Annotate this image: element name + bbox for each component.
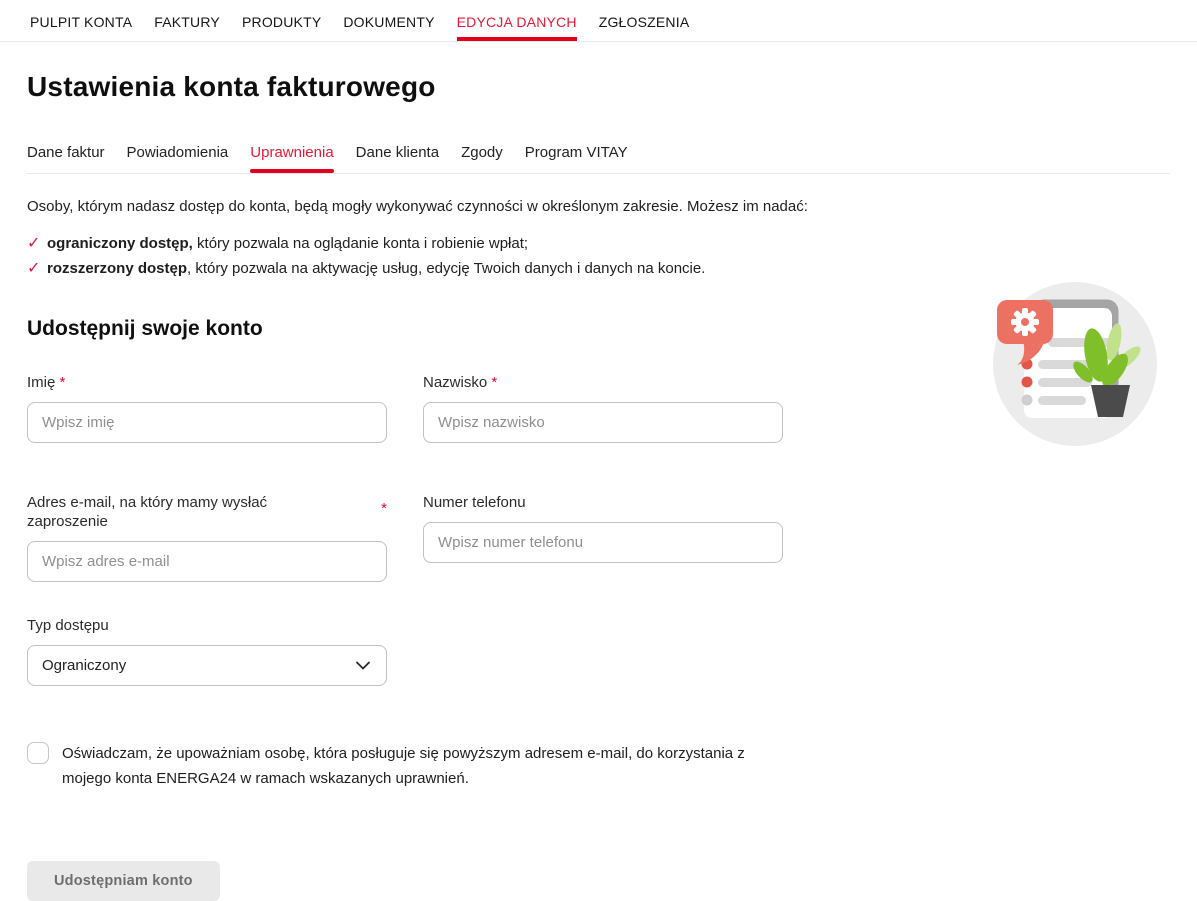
page-title: Ustawienia konta fakturowego [27, 72, 1170, 103]
settings-tabs: Dane faktur Powiadomienia Uprawnienia Da… [27, 144, 1170, 174]
phone-label: Numer telefonu [423, 493, 783, 512]
permissions-intro: Osoby, którym nadasz dostęp do konta, bę… [27, 198, 1170, 281]
access-type-selected-value: Ograniczony [42, 657, 126, 674]
access-type-label: Typ dostępu [27, 616, 1170, 635]
nav-item-dokumenty[interactable]: DOKUMENTY [343, 0, 434, 41]
consent-row: Oświadczam, że upoważniam osobę, która p… [27, 741, 1170, 791]
last-name-input[interactable] [423, 402, 783, 443]
nav-item-edycja-danych[interactable]: EDYCJA DANYCH [457, 0, 577, 41]
phone-field-group: Numer telefonu [423, 493, 783, 563]
tab-dane-klienta[interactable]: Dane klienta [356, 144, 439, 173]
nav-item-pulpit-konta[interactable]: PULPIT KONTA [30, 0, 132, 41]
nav-item-zgloszenia[interactable]: ZGŁOSZENIA [599, 0, 690, 41]
nav-item-faktury[interactable]: FAKTURY [154, 0, 220, 41]
top-navigation: PULPIT KONTA FAKTURY PRODUKTY DOKUMENTY … [0, 0, 1197, 42]
email-label: Adres e-mail, na który mamy wysłać zapro… [27, 493, 387, 531]
bullet-text: ograniczony dostęp, który pozwala na ogl… [47, 231, 528, 256]
document-settings-illustration [993, 282, 1157, 446]
access-type-field-group: Typ dostępu Ograniczony [27, 616, 1170, 686]
first-name-input[interactable] [27, 402, 387, 443]
required-asterisk: * [381, 499, 387, 518]
required-asterisk: * [60, 374, 66, 391]
first-name-field-group: Imię * [27, 373, 387, 443]
tab-dane-faktur[interactable]: Dane faktur [27, 144, 105, 173]
consent-checkbox[interactable] [27, 742, 49, 764]
access-type-select[interactable]: Ograniczony [27, 645, 387, 686]
email-input[interactable] [27, 541, 387, 582]
share-account-button[interactable]: Udostępniam konto [27, 861, 220, 901]
nav-item-produkty[interactable]: PRODUKTY [242, 0, 321, 41]
check-icon: ✓ [27, 231, 47, 256]
email-field-group: Adres e-mail, na który mamy wysłać zapro… [27, 493, 387, 582]
first-name-label: Imię * [27, 373, 387, 392]
tab-uprawnienia[interactable]: Uprawnienia [250, 144, 333, 173]
main-content: Ustawienia konta fakturowego Dane faktur… [0, 72, 1197, 901]
access-types-list: ✓ ograniczony dostęp, który pozwala na o… [27, 231, 1170, 281]
phone-input[interactable] [423, 522, 783, 563]
list-item: ✓ rozszerzony dostęp, który pozwala na a… [27, 256, 1170, 281]
tab-zgody[interactable]: Zgody [461, 144, 503, 173]
chevron-down-icon [356, 661, 370, 670]
list-item: ✓ ograniczony dostęp, który pozwala na o… [27, 231, 1170, 256]
tab-program-vitay[interactable]: Program VITAY [525, 144, 628, 173]
tab-powiadomienia[interactable]: Powiadomienia [127, 144, 229, 173]
check-icon: ✓ [27, 256, 47, 281]
required-asterisk: * [491, 374, 497, 391]
bullet-text: rozszerzony dostęp, który pozwala na akt… [47, 256, 705, 281]
consent-label: Oświadczam, że upoważniam osobę, która p… [62, 741, 752, 791]
last-name-field-group: Nazwisko * [423, 373, 783, 443]
last-name-label: Nazwisko * [423, 373, 783, 392]
intro-paragraph: Osoby, którym nadasz dostęp do konta, bę… [27, 198, 1170, 215]
form-row-contact: Adres e-mail, na który mamy wysłać zapro… [27, 493, 1170, 582]
illustration-svg [993, 282, 1157, 446]
